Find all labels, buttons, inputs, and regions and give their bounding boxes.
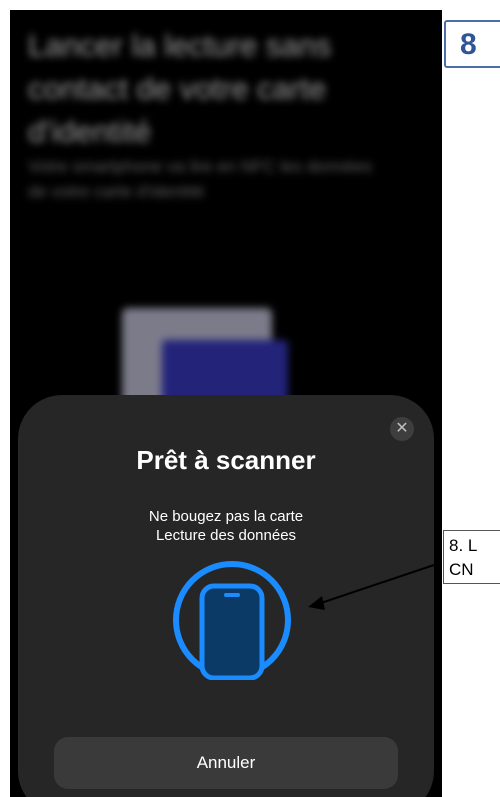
xmark-icon: ✕ <box>395 420 409 437</box>
annotation-callout: 8. L CN <box>443 530 500 584</box>
step-number: 8 <box>460 28 477 61</box>
cancel-button[interactable]: Annuler <box>54 737 398 789</box>
phone-in-circle-icon <box>173 561 291 680</box>
background-title: Lancer la lecture sans contact de votre … <box>28 28 332 149</box>
phone-screen: Lancer la lecture sans contact de votre … <box>10 10 442 797</box>
scan-status-line-1: Ne bougez pas la carte <box>148 508 304 525</box>
sheet-title: Prêt à scanner <box>136 445 316 475</box>
scan-status-message: Ne bougez pas la carte Lecture des donné… <box>18 507 434 545</box>
close-button[interactable]: ✕ <box>390 417 414 441</box>
scan-status-line-2: Lecture des données <box>155 527 297 544</box>
background-description: Votre smartphone va lire en NFC les donn… <box>28 157 372 201</box>
nfc-scan-sheet: ✕ Prêt à scanner Ne bougez pas la carte … <box>18 395 434 797</box>
callout-line-1: 8. L <box>449 536 478 555</box>
step-number-badge: 8 <box>444 20 500 68</box>
callout-line-2: CN <box>449 560 474 579</box>
